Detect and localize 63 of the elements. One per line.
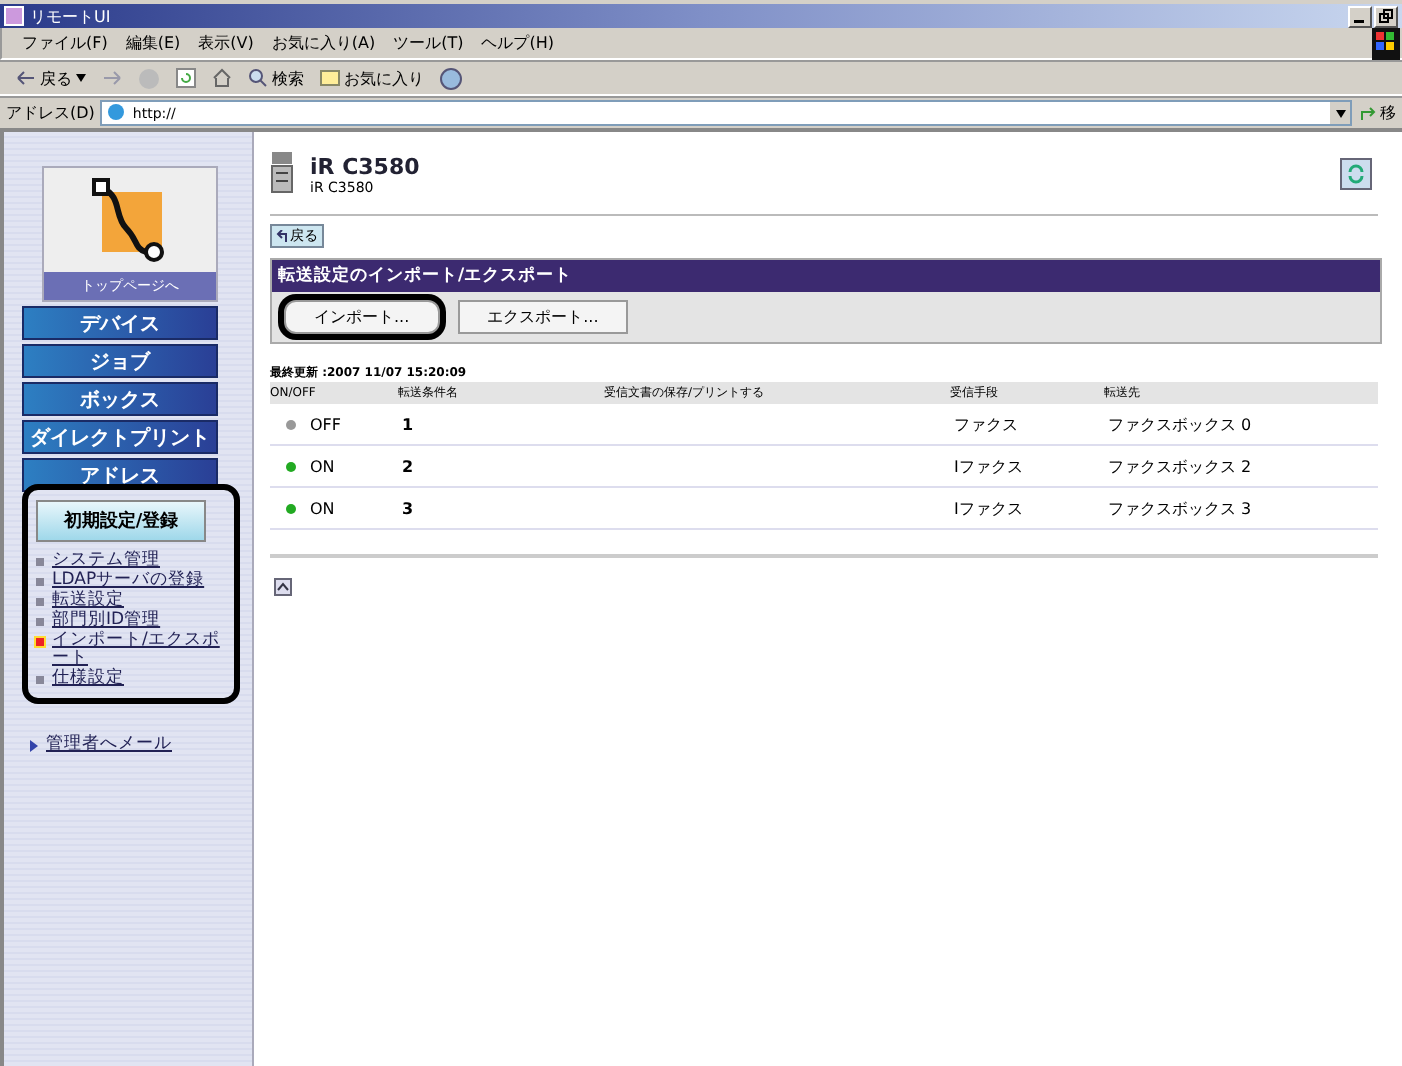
window-title: リモートUI — [30, 5, 111, 27]
minimize-button[interactable] — [1348, 5, 1372, 27]
nav-button[interactable]: ダイレクトプリント — [22, 420, 218, 454]
menu-item[interactable]: ヘルプ(H) — [481, 32, 554, 54]
nav-button[interactable]: ボックス — [22, 382, 218, 416]
triangle-icon — [30, 739, 38, 751]
printer-icon — [270, 150, 294, 198]
section-title-button[interactable]: 初期設定/登録 — [36, 500, 206, 542]
table-cell-text: 3 — [402, 499, 416, 517]
table-cell-text: ファクスボックス 3 — [1108, 497, 1254, 519]
nav-button[interactable]: デバイス — [22, 306, 218, 340]
menu-link[interactable]: 転送設定 — [52, 592, 124, 610]
menu-link[interactable]: 仕様設定 — [52, 670, 124, 688]
menu-link[interactable]: 部門別ID管理 — [52, 612, 161, 630]
table-cell-text: 1 — [402, 415, 416, 433]
menu-item[interactable]: 表示(V) — [198, 32, 254, 54]
menu-link[interactable]: システム管理 — [52, 552, 160, 570]
refresh-button[interactable] — [1340, 158, 1372, 190]
address-label: アドレス(D) — [6, 102, 95, 124]
panel-button[interactable]: エクスポート... — [457, 300, 629, 334]
table-cell-text: Iファクス — [954, 497, 1025, 519]
status-text: OFF — [310, 415, 341, 433]
refresh-icon — [1344, 162, 1368, 186]
menu-item[interactable]: ファイル(F) — [22, 32, 108, 54]
menu-item[interactable]: 編集(E) — [125, 32, 181, 54]
menu-item[interactable]: ツール(T) — [393, 32, 464, 54]
return-arrow-icon — [276, 230, 288, 242]
refresh-icon[interactable] — [176, 68, 196, 88]
restore-icon — [1378, 8, 1394, 24]
caret-icon — [1335, 109, 1345, 117]
menu-link[interactable]: インポート/エクスポート — [52, 632, 226, 668]
go-arrow-icon — [1358, 103, 1378, 123]
table-cell-text: ファクスボックス 0 — [1108, 413, 1254, 435]
forward-arrow-icon — [102, 70, 122, 86]
favorites-button[interactable]: お気に入り — [320, 67, 424, 89]
device-name: iR C3580 — [310, 153, 420, 179]
table-cell-text: 2 — [402, 457, 416, 475]
search-icon — [248, 68, 268, 88]
page-top-icon[interactable] — [274, 578, 292, 596]
table-cell-text: Iファクス — [954, 455, 1025, 477]
panel-button[interactable]: インポート... — [284, 300, 440, 334]
dropdown-button[interactable] — [1330, 102, 1350, 124]
menu-item[interactable]: お気に入り(A) — [271, 32, 376, 54]
folder-icon — [320, 68, 340, 88]
search-button[interactable]: 検索 — [248, 67, 304, 89]
home-icon[interactable] — [212, 68, 232, 88]
caret-icon — [76, 74, 86, 82]
panel-title: 転送設定のインポート/エクスポート — [278, 266, 573, 286]
status-text: ON — [310, 499, 335, 517]
back-button[interactable]: 戻る — [16, 67, 86, 89]
table-cell-text: ファクス — [954, 413, 1020, 435]
menu-link[interactable]: LDAPサーバの登録 — [52, 572, 205, 590]
go-button[interactable]: 移 — [1358, 102, 1402, 124]
nav-button[interactable]: ジョブ — [22, 344, 218, 378]
page-icon — [106, 101, 127, 125]
history-icon[interactable] — [440, 67, 462, 89]
app-icon — [4, 6, 24, 26]
status-text: ON — [310, 457, 335, 475]
restore-button[interactable] — [1374, 5, 1398, 27]
windows-logo-icon — [1372, 27, 1400, 59]
back-arrow-icon — [16, 70, 36, 86]
mail-link[interactable]: 管理者へメール — [46, 736, 172, 754]
table-cell-text: ファクスボックス 2 — [1108, 455, 1254, 477]
